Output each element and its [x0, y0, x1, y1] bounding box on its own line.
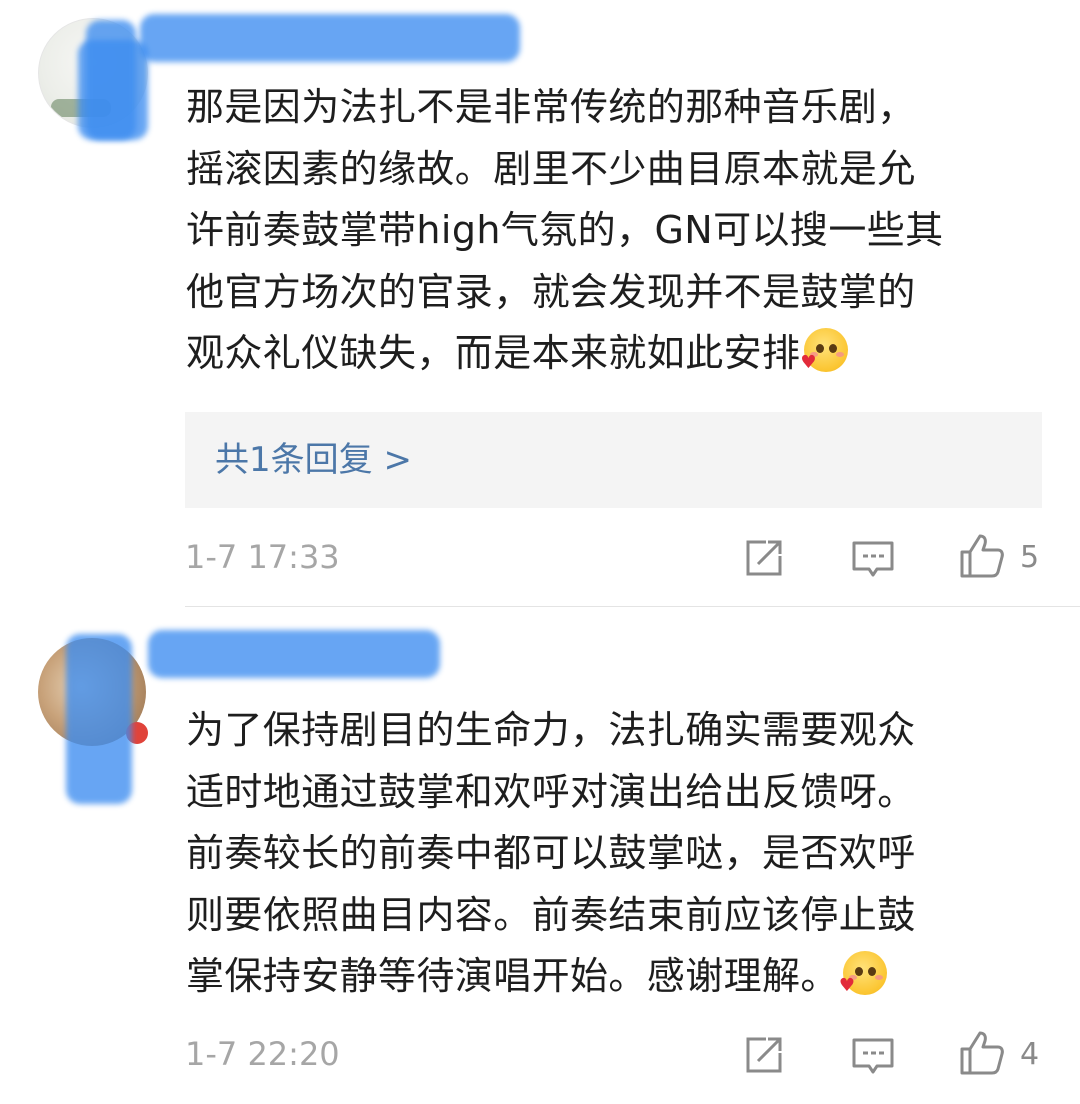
comment-line: 许前奏鼓掌带high气氛的，GN可以搜一些其 — [186, 208, 944, 252]
like-count: 4 — [1020, 1037, 1040, 1072]
comment-line: 观众礼仪缺失，而是本来就如此安排 ♥ — [186, 323, 1036, 385]
reply-box[interactable]: 共1条回复 > — [185, 412, 1042, 508]
comment-line: 前奏较长的前奏中都可以鼓掌哒，是否欢呼 — [186, 831, 916, 875]
share-icon[interactable] — [740, 534, 788, 582]
avatar-redaction — [86, 20, 136, 140]
thumbs-up-icon[interactable] — [958, 532, 1006, 580]
comment-timestamp: 1-7 17:33 — [185, 538, 340, 576]
comment-line: 则要依照曲目内容。前奏结束前应该停止鼓 — [186, 892, 916, 937]
comment-line: 他官方场次的官录，就会发现并不是鼓掌的 — [186, 269, 916, 314]
comment-timestamp: 1-7 22:20 — [185, 1035, 340, 1073]
comment-icon[interactable] — [849, 534, 897, 582]
blush-heart-emoji-icon: ♥ — [839, 951, 887, 995]
comment-text: 那是因为法扎不是非常传统的那种音乐剧， 摇滚因素的缘故。剧里不少曲目原本就是允 … — [186, 77, 1036, 385]
view-replies-link[interactable]: 共1条回复 > — [215, 412, 412, 508]
comment-icon[interactable] — [849, 1031, 897, 1079]
avatar-redaction — [66, 634, 132, 804]
divider — [185, 606, 1080, 607]
comment-line: 为了保持剧目的生命力，法扎确实需要观众 — [186, 708, 916, 752]
like-count: 5 — [1020, 540, 1040, 575]
comment-line: 那是因为法扎不是非常传统的那种音乐剧， — [186, 85, 916, 129]
comment-line: 掌保持安静等待演唱开始。感谢理解。 ♥ — [186, 946, 1036, 1008]
comment-line: 适时地通过鼓掌和欢呼对演出给出反馈呀。 — [186, 769, 916, 814]
blush-heart-emoji-icon: ♥ — [800, 328, 849, 372]
username-redaction — [140, 14, 520, 62]
share-icon[interactable] — [740, 1031, 788, 1079]
username-redaction — [148, 630, 440, 678]
comment-text: 为了保持剧目的生命力，法扎确实需要观众 适时地通过鼓掌和欢呼对演出给出反馈呀。 … — [186, 700, 1036, 1008]
comment-line: 摇滚因素的缘故。剧里不少曲目原本就是允 — [186, 146, 916, 191]
thumbs-up-icon[interactable] — [958, 1029, 1006, 1077]
